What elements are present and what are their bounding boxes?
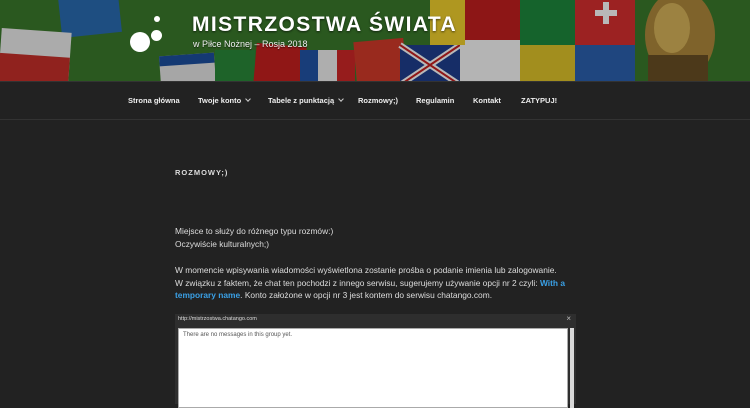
nav-item-tables[interactable]: Tabele z punktacją [268, 96, 344, 105]
main-navigation: Strona główna Twoje konto Tabele z punkt… [0, 81, 750, 120]
nav-item-rules[interactable]: Regulamin [416, 96, 454, 105]
chevron-down-icon [338, 96, 344, 102]
site-title[interactable]: MISTRZOSTWA ŚWIATA [192, 13, 457, 37]
info-text: W związku z faktem, że chat ten pochodzi… [175, 277, 540, 288]
nav-item-label: Rozmowy;) [358, 96, 398, 105]
nav-item-label: Kontakt [473, 96, 501, 105]
page-title: ROZMOWY;) [175, 168, 229, 177]
nav-item-label: Tabele z punktacją [268, 96, 335, 105]
nav-item-chat[interactable]: Rozmowy;) [358, 96, 398, 105]
nav-item-label: ZATYPUJ! [521, 96, 558, 105]
info-text: . Konto założone w opcji nr 3 jest konte… [240, 290, 493, 300]
info-line: W momencie wpisywania wiadomości wyświet… [175, 265, 557, 275]
nav-item-contact[interactable]: Kontakt [473, 96, 501, 105]
nav-item-label: Regulamin [416, 96, 455, 105]
chat-scrollbar[interactable] [570, 328, 574, 408]
info-paragraph: W momencie wpisywania wiadomości wyświet… [175, 264, 565, 302]
info-line: W związku z faktem, że chat ten pochodzi… [175, 277, 565, 290]
nav-item-label: Twoje konto [198, 96, 242, 105]
empty-messages-text: There are no messages in this group yet. [183, 332, 293, 338]
nav-item-account[interactable]: Twoje konto [198, 96, 252, 105]
intro-line: Oczywiście kulturalnych;) [175, 238, 270, 249]
site-description: w Piłce Nożnej – Rosja 2018 [193, 39, 308, 49]
intro-paragraph: Miejsce to służy do różnego typu rozmów:… [175, 225, 333, 250]
chat-widget: http://mistrzostwa.chatango.com × There … [175, 314, 576, 408]
temporary-name-link[interactable]: temporary name [175, 290, 240, 300]
chat-messages-area[interactable]: There are no messages in this group yet. [178, 328, 568, 408]
nav-item-label: Strona główna [128, 96, 180, 105]
intro-line: Miejsce to służy do różnego typu rozmów:… [175, 226, 334, 236]
nav-item-home[interactable]: Strona główna [128, 96, 180, 105]
chevron-down-icon [245, 96, 252, 102]
close-icon[interactable]: × [566, 314, 571, 323]
nav-item-bet[interactable]: ZATYPUJ! [521, 96, 557, 105]
chat-url[interactable]: http://mistrzostwa.chatango.com [178, 316, 257, 322]
info-line: temporary name. Konto założone w opcji n… [175, 289, 565, 302]
temporary-name-link[interactable]: With a [540, 278, 565, 288]
site-logo[interactable] [128, 14, 168, 54]
chat-title-bar: http://mistrzostwa.chatango.com × [175, 314, 576, 326]
header-banner: MISTRZOSTWA ŚWIATA w Piłce Nożnej – Rosj… [0, 0, 750, 81]
